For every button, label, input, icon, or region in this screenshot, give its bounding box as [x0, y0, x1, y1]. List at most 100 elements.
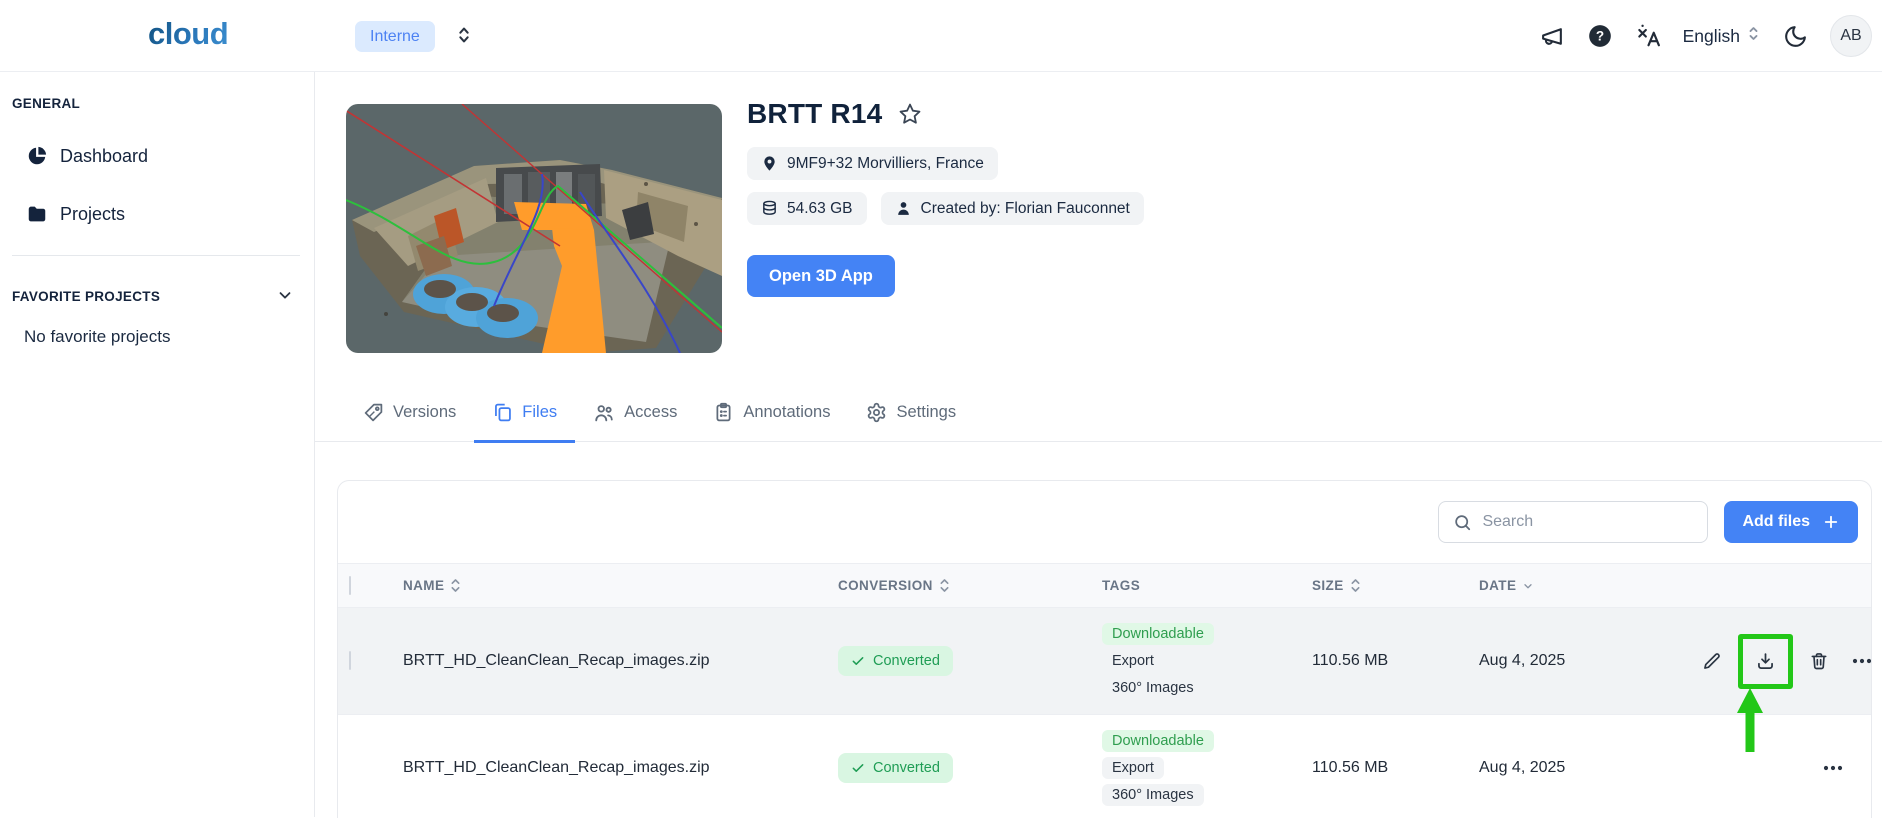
tag-360-images: 360° Images	[1102, 784, 1204, 806]
location-pin-icon	[761, 155, 778, 172]
file-size: 110.56 MB	[1312, 759, 1479, 777]
announcements-icon[interactable]	[1540, 24, 1565, 49]
size-badge: 54.63 GB	[747, 192, 867, 225]
creator-text: Created by: Florian Fauconnet	[921, 200, 1130, 218]
tab-label: Versions	[393, 403, 456, 422]
favorite-star-icon[interactable]	[898, 102, 922, 126]
topbar: cloud Interne ? English AB	[0, 0, 1882, 72]
sidebar-divider	[12, 255, 300, 256]
tabs-bar: Versions Files Access Annotations	[315, 384, 1882, 442]
table-row[interactable]: BRTT_HD_CleanClean_Recap_images.zip Conv…	[338, 608, 1871, 714]
files-card: Add files NAME CONVERSION TAGS	[337, 480, 1872, 818]
sort-icon[interactable]	[450, 578, 461, 593]
ellipsis-icon	[1850, 649, 1872, 673]
download-button[interactable]	[1749, 644, 1783, 678]
language-selector[interactable]: English	[1683, 25, 1761, 47]
person-icon	[895, 200, 912, 217]
add-files-button[interactable]: Add files	[1724, 501, 1858, 543]
tab-label: Access	[624, 403, 677, 422]
tab-label: Files	[522, 403, 557, 422]
clipboard-icon	[713, 402, 734, 423]
more-actions-button[interactable]	[1816, 751, 1850, 785]
user-avatar[interactable]: AB	[1830, 15, 1872, 57]
more-actions-button[interactable]	[1845, 644, 1872, 678]
row-actions	[1695, 634, 1872, 689]
download-icon	[1755, 651, 1776, 672]
translate-icon[interactable]	[1635, 23, 1661, 49]
sidebar-item-projects[interactable]: Projects	[0, 201, 314, 227]
chevron-down-icon[interactable]	[276, 286, 294, 307]
column-date[interactable]: DATE	[1479, 578, 1695, 593]
tag-downloadable: Downloadable	[1102, 623, 1214, 645]
sidebar-section-general: GENERAL	[0, 96, 314, 111]
select-all-checkbox[interactable]	[349, 576, 351, 595]
tab-label: Settings	[896, 403, 956, 422]
ellipsis-icon	[1821, 756, 1845, 780]
column-conversion[interactable]: CONVERSION	[838, 578, 1102, 593]
download-highlight-box	[1738, 634, 1793, 689]
tag-downloadable: Downloadable	[1102, 730, 1214, 752]
tab-access[interactable]: Access	[575, 384, 695, 442]
column-name[interactable]: NAME	[403, 578, 838, 593]
tab-files[interactable]: Files	[474, 384, 575, 442]
sort-icon[interactable]	[939, 578, 950, 593]
tab-annotations[interactable]: Annotations	[695, 384, 848, 442]
people-icon	[593, 402, 615, 424]
tag-360-images: 360° Images	[1102, 677, 1204, 699]
sidebar-section-favorites[interactable]: FAVORITE PROJECTS	[0, 286, 314, 307]
pie-chart-icon	[26, 145, 48, 167]
open-3d-app-button[interactable]: Open 3D App	[747, 255, 895, 297]
file-date: Aug 4, 2025	[1479, 759, 1695, 777]
file-size: 110.56 MB	[1312, 652, 1479, 670]
conversion-badge: Converted	[838, 753, 953, 783]
sidebar-item-label: Dashboard	[60, 146, 148, 167]
language-label: English	[1683, 26, 1740, 47]
workspace-switcher-icon[interactable]	[453, 24, 475, 51]
project-header: BRTT R14 9MF9+32 Morvilliers, France	[747, 98, 1144, 297]
size-text: 54.63 GB	[787, 200, 853, 218]
tab-versions[interactable]: Versions	[345, 384, 474, 442]
tags-list: Downloadable Export 360° Images	[1102, 730, 1312, 806]
tags-list: Downloadable Export 360° Images	[1102, 623, 1312, 699]
files-toolbar: Add files	[338, 481, 1871, 563]
gear-icon	[866, 402, 887, 423]
file-name[interactable]: BRTT_HD_CleanClean_Recap_images.zip	[403, 652, 838, 670]
tab-label: Annotations	[743, 403, 830, 422]
page: cloud Interne ? English AB	[0, 0, 1882, 817]
dark-mode-icon[interactable]	[1783, 24, 1808, 49]
app-logo[interactable]: cloud	[148, 16, 228, 52]
favorites-empty-text: No favorite projects	[24, 327, 314, 347]
search-box[interactable]	[1438, 501, 1708, 543]
pencil-icon	[1702, 651, 1722, 671]
tag-export: Export	[1102, 650, 1164, 672]
tag-icon	[363, 402, 384, 423]
project-thumbnail[interactable]	[346, 104, 722, 353]
check-icon	[851, 761, 865, 775]
creator-badge: Created by: Florian Fauconnet	[881, 192, 1144, 225]
row-checkbox[interactable]	[349, 651, 351, 670]
sidebar: GENERAL Dashboard Projects FAVORITE PROJ…	[0, 72, 315, 817]
trash-icon	[1809, 651, 1829, 671]
table-row[interactable]: BRTT_HD_CleanClean_Recap_images.zip Conv…	[338, 714, 1871, 818]
help-icon[interactable]: ?	[1587, 23, 1613, 49]
topbar-right: ? English AB	[1540, 0, 1872, 72]
sidebar-item-dashboard[interactable]: Dashboard	[0, 143, 314, 169]
column-tags[interactable]: TAGS	[1102, 578, 1312, 593]
workspace-badge[interactable]: Interne	[355, 21, 435, 52]
sort-desc-icon[interactable]	[1522, 580, 1534, 592]
svg-text:?: ?	[1595, 29, 1603, 44]
file-name[interactable]: BRTT_HD_CleanClean_Recap_images.zip	[403, 759, 838, 777]
folder-icon	[26, 203, 48, 225]
project-title: BRTT R14	[747, 98, 882, 130]
language-chevron-icon	[1746, 25, 1761, 47]
sort-icon[interactable]	[1350, 578, 1361, 593]
column-size[interactable]: SIZE	[1312, 578, 1479, 593]
edit-button[interactable]	[1695, 644, 1729, 678]
tab-settings[interactable]: Settings	[848, 384, 974, 442]
delete-button[interactable]	[1802, 644, 1836, 678]
search-input[interactable]	[1482, 513, 1693, 531]
check-icon	[851, 654, 865, 668]
plus-icon	[1822, 513, 1840, 531]
location-badge: 9MF9+32 Morvilliers, France	[747, 147, 998, 180]
sidebar-item-label: Projects	[60, 204, 125, 225]
